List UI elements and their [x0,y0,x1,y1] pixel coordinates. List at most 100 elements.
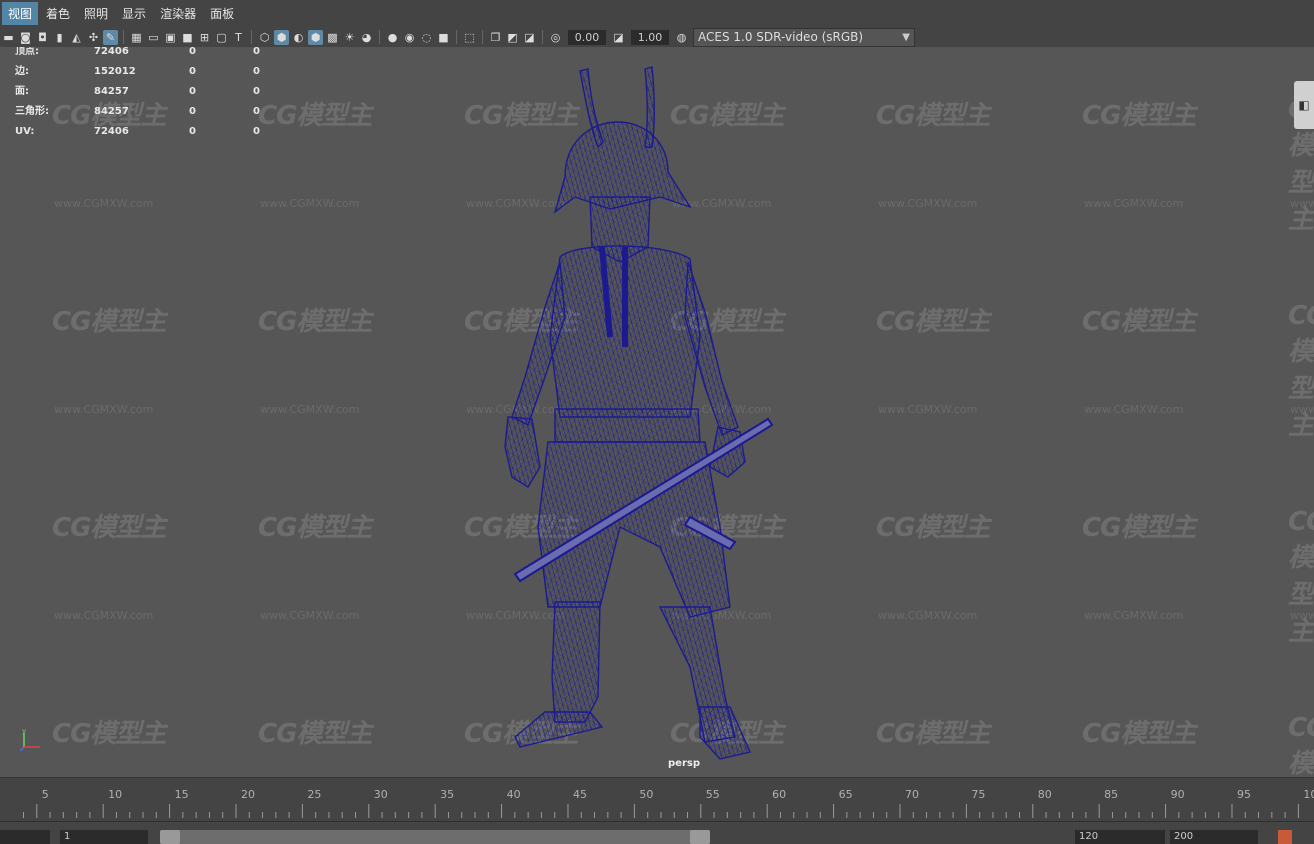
toolbar-separator [123,30,124,44]
color-space-dropdown[interactable]: ACES 1.0 SDR-video (sRGB) ▼ [693,27,915,47]
grease-pencil-icon[interactable]: ✎ [103,29,118,45]
menu-item-2[interactable]: 照明 [78,2,114,25]
textured-icon[interactable]: ▩ [325,30,340,45]
leg-left [551,601,601,723]
camera-attributes-icon[interactable]: ◘ [35,30,50,45]
hud-v1: 152012 [94,66,136,77]
depth-of-field-icon[interactable]: ■ [436,30,451,45]
hud-v3: 0 [253,106,260,117]
hud-v3: 0 [253,47,260,57]
shadows-icon[interactable]: ◕ [359,30,374,45]
toolbar-separator [482,30,483,44]
timeline-label: 85 [1104,788,1118,801]
samurai-wireframe-model [504,66,774,760]
xray-components-icon[interactable]: ◪ [522,30,537,45]
menu-item-1[interactable]: 着色 [40,2,76,25]
film-gate-icon[interactable]: ▭ [146,30,161,45]
smooth-shade-icon[interactable]: ⬢ [274,29,289,45]
ambient-occlusion-icon[interactable]: ● [385,30,400,45]
isolate-select-icon[interactable]: ⬚ [462,30,477,45]
timeline-label: 20 [241,788,255,801]
timeline-label: 65 [839,788,853,801]
two-d-pan-icon[interactable]: ✣ [86,30,101,45]
range-end-field[interactable]: 120 [1075,830,1165,844]
bookmark-icon[interactable]: ▮ [52,30,67,45]
range-start-handle[interactable] [160,830,180,844]
safe-action-icon[interactable]: ▢ [214,30,229,45]
playback-end-field[interactable]: 200 [1170,830,1258,844]
image-plane-icon[interactable]: ◭ [69,30,84,45]
color-management-icon[interactable]: ◍ [674,30,689,45]
resolution-gate-icon[interactable]: ▣ [163,30,178,45]
timeline-label: 45 [573,788,587,801]
hud-v3: 0 [253,66,260,77]
lights-icon[interactable]: ☀ [342,30,357,45]
foot-left [514,711,604,748]
camera-label: persp [668,758,700,769]
menu-item-5[interactable]: 面板 [204,2,240,25]
timeline-label: 10 [108,788,122,801]
timeline-label: 40 [507,788,521,801]
gamma-field[interactable]: 1.00 [631,29,669,45]
default-material-icon[interactable]: ◐ [291,30,306,45]
timeline-label: 75 [971,788,985,801]
playback-start-field[interactable] [0,830,50,844]
wireframe-icon[interactable]: ⬡ [257,30,272,45]
xray-icon[interactable]: ❐ [488,30,503,45]
xray-joints-icon[interactable]: ◩ [505,30,520,45]
timeline-label: 80 [1038,788,1052,801]
timeline-label: 100 [1303,788,1314,801]
belt [554,408,701,443]
wireframe-on-shaded-icon[interactable]: ⬢ [308,29,323,45]
range-slider[interactable] [160,830,710,844]
grid-icon[interactable]: ▦ [129,30,144,45]
timeline-label: 15 [175,788,189,801]
panel-side-tab[interactable]: ◧ [1294,81,1314,129]
hud-v3: 0 [253,86,260,97]
hud-v1: 84257 [94,86,129,97]
hud-v2: 0 [189,126,196,137]
menu-bar: 视图 着色 照明 显示 渲染器 面板 [0,0,1314,27]
hud-label: 边: [15,66,29,77]
timeline-label: 60 [772,788,786,801]
camera-icon[interactable]: ▬ [1,30,16,45]
menu-item-3[interactable]: 显示 [116,2,152,25]
hud-row: 三角形: 84257 0 0 [14,107,274,127]
gamma-icon[interactable]: ◪ [611,30,626,45]
foot-right [699,706,751,760]
timeline-label: 90 [1171,788,1185,801]
camera-lock-icon[interactable]: ◙ [18,30,33,45]
hud-v2: 0 [189,47,196,57]
hud-v3: 0 [253,126,260,137]
timeline-label: 25 [307,788,321,801]
timeline-label: 55 [706,788,720,801]
hud-v2: 0 [189,86,196,97]
hand-left [504,416,541,488]
time-slider[interactable]: 5 10 15 20 25 30 35 40 45 50 55 60 65 70 75 80 85 90 95 100 [0,777,1314,822]
motion-blur-icon[interactable]: ◉ [402,30,417,45]
safe-title-icon[interactable]: T [231,30,246,45]
timeline-label: 5 [42,788,49,801]
hud-row: 面: 84257 0 0 [14,87,274,107]
exposure-icon[interactable]: ◎ [548,30,563,45]
chevron-down-icon: ▼ [902,31,910,43]
hud-row: UV: 72406 0 0 [14,127,274,147]
range-start-field[interactable]: 1 [60,830,148,844]
timeline-label: 95 [1237,788,1251,801]
hud-label: 面: [15,86,29,97]
field-chart-icon[interactable]: ⊞ [197,30,212,45]
auto-key-icon[interactable] [1278,830,1292,844]
perspective-viewport[interactable]: CG模型主CG模型主CG模型主CG模型主CG模型主CG模型主CG模型主CG模型主… [0,47,1314,777]
svg-text:y: y [22,727,26,735]
menu-item-0[interactable]: 视图 [2,2,39,25]
anti-aliasing-icon[interactable]: ◌ [419,30,434,45]
menu-item-4[interactable]: 渲染器 [154,2,202,25]
hud-row: 顶点: 72406 0 0 [14,47,274,67]
toolbar-separator [251,30,252,44]
exposure-field[interactable]: 0.00 [568,29,606,45]
toolbar-separator [379,30,380,44]
gate-mask-icon[interactable]: ■ [180,30,195,45]
range-end-handle[interactable] [690,830,710,844]
hud-row: 边: 152012 0 0 [14,67,274,87]
range-slider-bar: 1 120 200 [0,821,1314,844]
